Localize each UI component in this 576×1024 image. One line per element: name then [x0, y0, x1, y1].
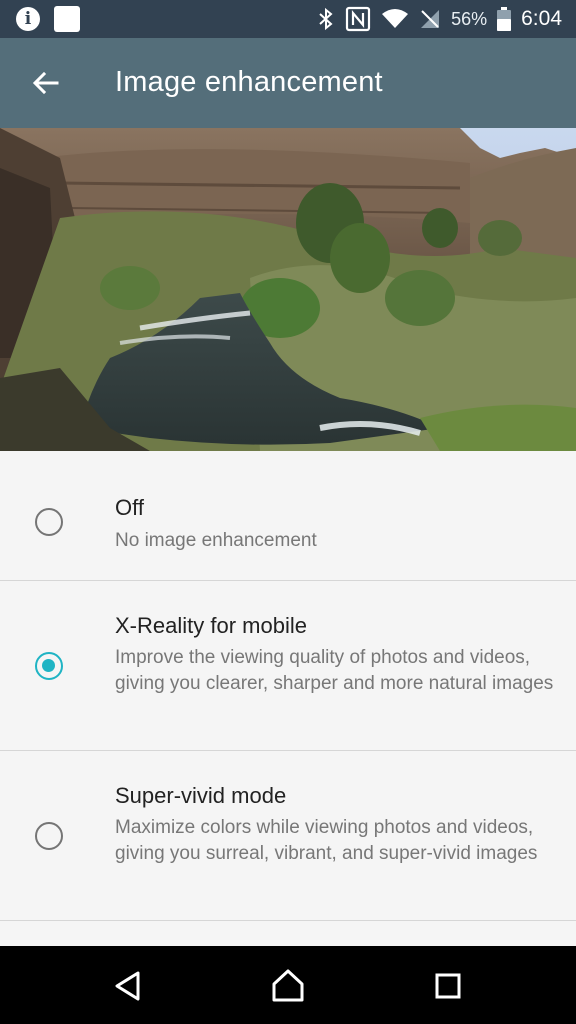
navigation-bar: [0, 946, 576, 1024]
nav-home-button[interactable]: [268, 966, 308, 1006]
nav-back-button[interactable]: [108, 966, 148, 1006]
enhancement-options: Off No image enhancement X-Reality for m…: [0, 451, 576, 921]
option-off[interactable]: Off No image enhancement: [0, 451, 576, 581]
recents-icon: [435, 973, 461, 999]
wifi-icon: [382, 9, 409, 28]
bluetooth-icon: [319, 7, 333, 31]
nfc-icon: [345, 6, 371, 32]
app-bar: Image enhancement: [0, 38, 576, 128]
battery-icon: [497, 7, 512, 31]
home-icon: [272, 969, 304, 1002]
option-description: No image enhancement: [115, 530, 317, 551]
arrow-left-icon: [32, 71, 59, 95]
option-title: Super-vivid mode: [115, 783, 287, 808]
option-title: Off: [115, 495, 144, 520]
hero-image: [0, 128, 576, 451]
radio-button-super-vivid[interactable]: [35, 822, 63, 850]
status-bar: i 56% 6:04: [0, 0, 576, 38]
page-title: Image enhancement: [115, 66, 383, 98]
nav-recents-button[interactable]: [428, 966, 468, 1006]
radio-button-x-reality[interactable]: [35, 652, 63, 680]
option-super-vivid[interactable]: Super-vivid mode Maximize colors while v…: [0, 751, 576, 921]
landscape-illustration: [0, 128, 576, 451]
option-x-reality[interactable]: X-Reality for mobile Improve the viewing…: [0, 581, 576, 751]
info-icon: i: [16, 7, 40, 31]
no-sim-icon: [421, 10, 440, 28]
clock: 6:04: [521, 7, 562, 30]
option-description: Improve the viewing quality of photos an…: [115, 647, 554, 694]
option-description: Maximize colors while viewing photos and…: [115, 817, 538, 864]
back-triangle-icon: [115, 971, 140, 1001]
back-button[interactable]: [26, 64, 66, 104]
battery-percentage: 56%: [451, 8, 488, 29]
radio-button-off[interactable]: [35, 508, 63, 536]
notification-square-icon: [54, 6, 80, 32]
option-title: X-Reality for mobile: [115, 613, 307, 638]
